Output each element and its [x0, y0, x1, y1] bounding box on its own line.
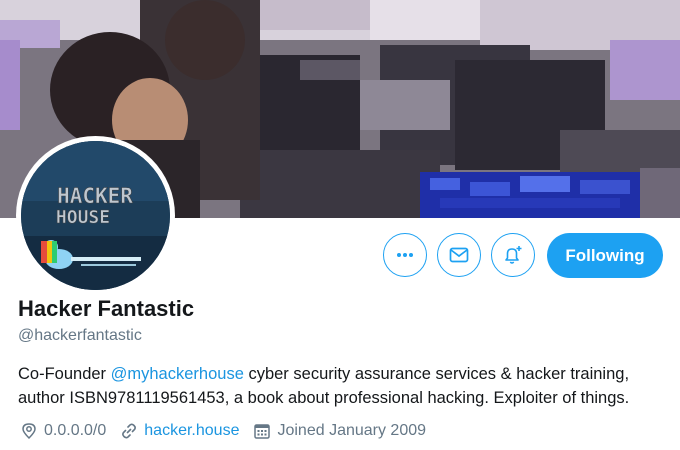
notifications-button[interactable]: [491, 233, 535, 277]
avatar-border: HACKER HOUSE: [16, 136, 175, 295]
profile-bio: Co-Founder @myhackerhouse cyber security…: [18, 362, 668, 410]
profile-page: HACKER HOUSE Following Hacker Fantastic …: [0, 0, 680, 450]
avatar-image: HACKER HOUSE: [21, 141, 170, 290]
avatar-logo-line-1: HACKER: [57, 184, 133, 208]
website-link[interactable]: hacker.house: [144, 422, 239, 440]
profile-location: 0.0.0.0/0: [20, 422, 106, 440]
bio-text-start: Co-Founder: [18, 365, 111, 383]
following-button[interactable]: Following: [547, 233, 663, 278]
more-options-button[interactable]: [383, 233, 427, 277]
bell-plus-icon: [505, 246, 522, 264]
location-pin-icon: [22, 423, 36, 440]
link-icon: [122, 423, 137, 439]
location-text: 0.0.0.0/0: [44, 422, 107, 439]
message-button[interactable]: [437, 233, 481, 277]
joined-text: Joined January 2009: [277, 422, 427, 439]
calendar-icon: [254, 424, 271, 439]
following-button-label: Following: [565, 245, 645, 265]
profile-handle: @hackerfantastic: [18, 327, 142, 344]
envelope-icon: [449, 247, 469, 263]
avatar-logo-line-2: HOUSE: [56, 207, 110, 228]
avatar[interactable]: HACKER HOUSE: [21, 141, 170, 290]
profile-website: hacker.house: [120, 422, 239, 440]
more-dots-icon: [397, 253, 413, 257]
bio-mention-link[interactable]: @myhackerhouse: [111, 365, 244, 383]
profile-display-name: Hacker Fantastic: [18, 296, 195, 321]
profile-meta: 0.0.0.0/0 hacker.house Joined January 20…: [20, 420, 440, 442]
profile-joined: Joined January 2009: [253, 422, 426, 440]
